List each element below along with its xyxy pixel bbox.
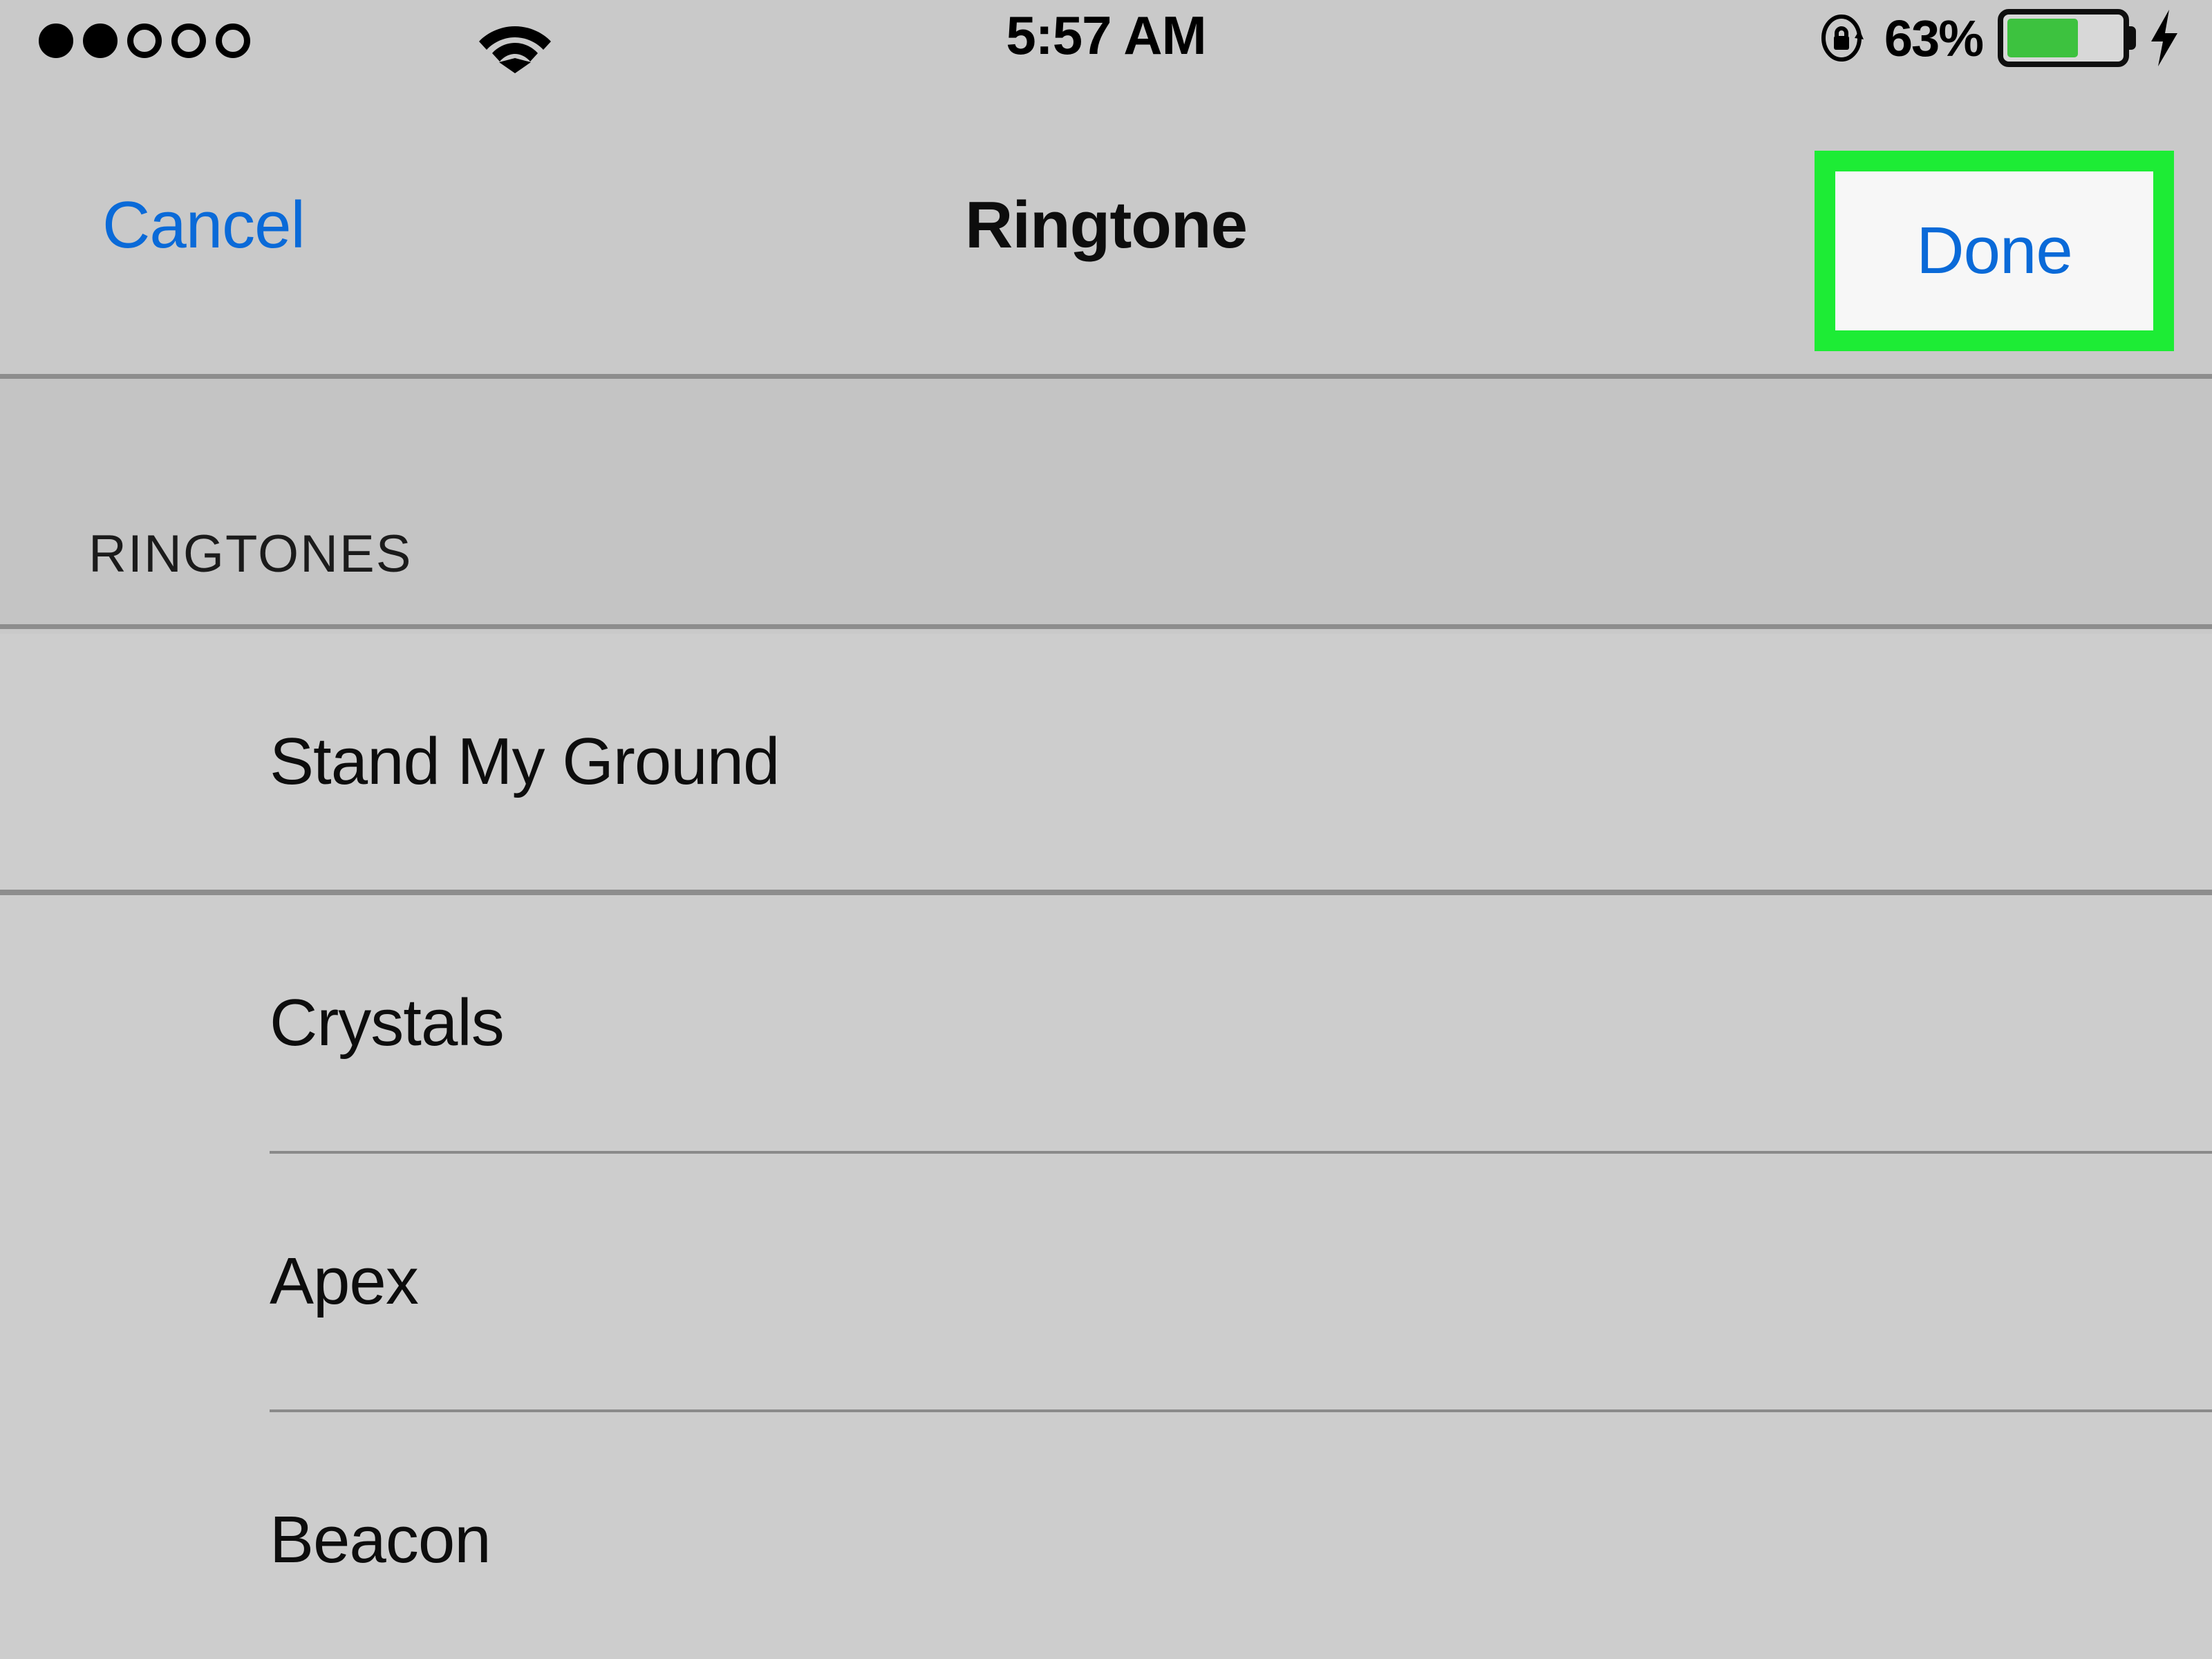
battery-icon [1998, 9, 2136, 67]
ringtone-list[interactable]: Stand My Ground Crystals Apex Beacon [0, 634, 2212, 1659]
lightning-bolt-icon [2151, 10, 2177, 66]
status-bar-right-group: 63% [1817, 8, 2184, 68]
list-item-label: Crystals [270, 986, 505, 1060]
battery-percentage: 63% [1884, 9, 1984, 67]
list-item-label: Beacon [270, 1503, 491, 1577]
list-item-label: Stand My Ground [270, 724, 780, 798]
list-item[interactable]: Beacon [0, 1412, 2212, 1659]
list-item-label: Apex [270, 1244, 419, 1318]
ringtone-group-default: Crystals Apex Beacon [0, 895, 2212, 1659]
section-header-label: RINGTONES [88, 525, 413, 583]
list-item[interactable]: Stand My Ground [0, 634, 2212, 890]
group-divider [0, 890, 2212, 895]
done-button[interactable]: Done [1835, 171, 2153, 330]
battery-nub [2127, 26, 2136, 50]
navigation-bar: Cancel Ringtone Done [0, 76, 2212, 379]
list-item[interactable]: Crystals [0, 895, 2212, 1151]
section-header-ringtones: RINGTONES [0, 379, 2212, 629]
done-button-label: Done [1916, 214, 2072, 288]
list-item[interactable]: Apex [0, 1154, 2212, 1409]
rotation-lock-icon [1821, 15, 1864, 62]
ringtone-group-custom: Stand My Ground [0, 634, 2212, 890]
battery-fill [2007, 19, 2079, 57]
status-bar: 5:57 AM 63% [0, 0, 2212, 76]
iphone-screen: 5:57 AM 63% Cancel Ringtone Done RINGTON… [0, 0, 2212, 1659]
done-button-highlight: Done [1815, 151, 2174, 351]
